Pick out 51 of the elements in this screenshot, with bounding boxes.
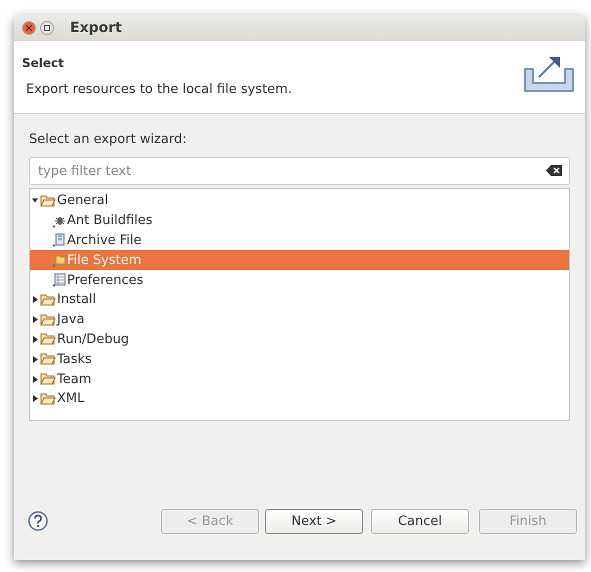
tree-item-label: File System <box>67 252 142 268</box>
maximize-icon <box>44 25 50 31</box>
archive-icon <box>52 233 66 248</box>
filter-field[interactable]: type filter text <box>29 157 570 185</box>
dialog-button[interactable]: Cancel <box>371 508 469 534</box>
table-icon <box>52 273 66 288</box>
expand-icon[interactable] <box>32 316 38 324</box>
folder-icon <box>40 294 56 306</box>
tree-item-label: Team <box>57 372 92 387</box>
wizard-label: Select an export wizard: <box>29 132 188 147</box>
close-icon <box>26 25 32 31</box>
expand-icon[interactable] <box>32 296 38 304</box>
tree-item-label: Preferences <box>67 272 144 288</box>
tree-item[interactable]: Preferences <box>30 270 569 290</box>
tree-item[interactable]: Ant Buildfiles <box>30 210 569 231</box>
folder-icon <box>40 373 56 386</box>
close-button[interactable] <box>22 21 36 35</box>
expand-icon[interactable] <box>32 395 38 402</box>
tree-item[interactable]: Archive File <box>30 230 569 250</box>
help-icon[interactable] <box>28 511 48 531</box>
tree-item-label: Java <box>57 312 84 328</box>
maximize-button[interactable] <box>40 21 54 35</box>
tree-item[interactable]: Run/Debug <box>30 330 569 350</box>
tree-item[interactable]: Java <box>30 310 569 330</box>
expand-icon[interactable] <box>32 336 38 343</box>
dialog-button[interactable]: Next > <box>265 508 363 534</box>
folder-icon <box>40 194 56 207</box>
tree-item-label: Archive File <box>67 232 142 248</box>
page-description: Export resources to the local file system. <box>26 82 292 97</box>
expand-icon[interactable] <box>32 356 38 363</box>
page-title: Select <box>22 56 65 70</box>
tree-item[interactable]: XML <box>30 388 569 409</box>
tree-item-label: Ant Buildfiles <box>67 213 153 228</box>
clear-icon[interactable] <box>546 165 562 176</box>
tree-item[interactable]: Team <box>30 369 569 389</box>
tree-item-label: Tasks <box>57 352 92 367</box>
tree-item-label: Run/Debug <box>57 332 130 347</box>
expand-icon[interactable] <box>32 376 38 383</box>
tree-item[interactable]: Tasks <box>30 349 569 370</box>
folder-icon <box>40 333 56 346</box>
tree-item[interactable]: Install <box>30 290 569 310</box>
window-title: Export <box>70 20 122 36</box>
folder-icon <box>40 314 56 326</box>
tree-item-label: XML <box>57 391 84 406</box>
collapse-icon[interactable] <box>32 198 38 204</box>
folder-icon <box>40 392 56 405</box>
tree-item-label: General <box>57 193 108 208</box>
folder-icon <box>52 253 66 268</box>
folder-icon <box>40 353 56 366</box>
tree-item[interactable]: General <box>30 191 569 211</box>
tree-item-label: Install <box>57 292 96 308</box>
